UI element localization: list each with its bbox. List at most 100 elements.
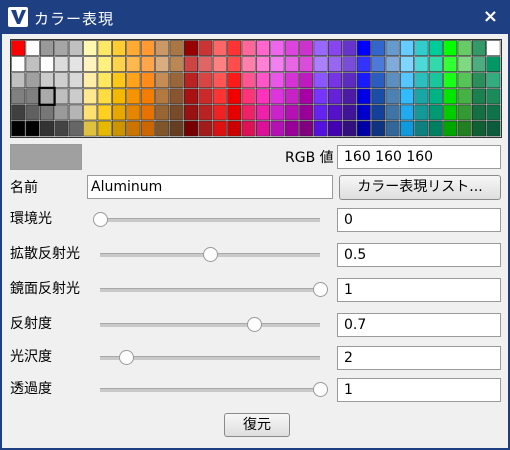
- palette-swatch[interactable]: [284, 56, 299, 73]
- palette-swatch[interactable]: [68, 120, 83, 137]
- shininess-slider-thumb[interactable]: [119, 350, 135, 365]
- palette-swatch[interactable]: [97, 104, 112, 121]
- palette-swatch[interactable]: [327, 104, 342, 121]
- palette-swatch[interactable]: [342, 88, 357, 105]
- palette-swatch[interactable]: [356, 40, 371, 56]
- palette-swatch[interactable]: [39, 120, 54, 137]
- palette-swatch[interactable]: [212, 120, 227, 137]
- palette-swatch[interactable]: [140, 120, 155, 137]
- palette-swatch[interactable]: [399, 40, 414, 56]
- palette-swatch[interactable]: [313, 40, 328, 56]
- palette-swatch[interactable]: [327, 120, 342, 137]
- palette-swatch[interactable]: [313, 104, 328, 121]
- palette-swatch[interactable]: [457, 120, 472, 137]
- palette-swatch[interactable]: [299, 120, 314, 137]
- palette-swatch[interactable]: [241, 88, 256, 105]
- palette-swatch[interactable]: [241, 40, 256, 56]
- palette-swatch[interactable]: [169, 40, 184, 56]
- palette-swatch[interactable]: [126, 72, 141, 89]
- palette-swatch[interactable]: [140, 72, 155, 89]
- palette-swatch[interactable]: [155, 72, 170, 89]
- palette-swatch[interactable]: [11, 120, 26, 137]
- palette-swatch[interactable]: [198, 40, 213, 56]
- palette-swatch[interactable]: [227, 104, 242, 121]
- palette-swatch[interactable]: [486, 120, 501, 137]
- palette-swatch[interactable]: [428, 120, 443, 137]
- palette-swatch[interactable]: [471, 56, 486, 73]
- palette-swatch[interactable]: [256, 104, 271, 121]
- restore-button[interactable]: 復元: [224, 413, 290, 437]
- palette-swatch[interactable]: [428, 72, 443, 89]
- palette-swatch[interactable]: [25, 40, 40, 56]
- palette-swatch[interactable]: [356, 56, 371, 73]
- rgb-value-field[interactable]: 160 160 160: [337, 145, 501, 169]
- specular-slider-track[interactable]: [100, 282, 328, 297]
- palette-swatch[interactable]: [227, 72, 242, 89]
- palette-swatch[interactable]: [54, 56, 69, 73]
- palette-swatch[interactable]: [68, 104, 83, 121]
- palette-swatch[interactable]: [241, 104, 256, 121]
- palette-swatch[interactable]: [212, 72, 227, 89]
- palette-swatch[interactable]: [428, 104, 443, 121]
- palette-swatch[interactable]: [457, 40, 472, 56]
- palette-swatch[interactable]: [155, 40, 170, 56]
- palette-swatch[interactable]: [39, 88, 54, 105]
- palette-swatch[interactable]: [112, 56, 127, 73]
- diffuse-field[interactable]: 0.5: [337, 243, 501, 267]
- palette-swatch[interactable]: [299, 104, 314, 121]
- palette-swatch[interactable]: [83, 88, 98, 105]
- palette-swatch[interactable]: [126, 56, 141, 73]
- shininess-field[interactable]: 2: [337, 346, 501, 370]
- palette-swatch[interactable]: [270, 120, 285, 137]
- palette-swatch[interactable]: [284, 120, 299, 137]
- palette-swatch[interactable]: [342, 40, 357, 56]
- palette-swatch[interactable]: [486, 72, 501, 89]
- palette-swatch[interactable]: [140, 104, 155, 121]
- palette-swatch[interactable]: [457, 88, 472, 105]
- palette-swatch[interactable]: [54, 104, 69, 121]
- specular-field[interactable]: 1: [337, 278, 501, 302]
- palette-swatch[interactable]: [414, 40, 429, 56]
- palette-swatch[interactable]: [184, 120, 199, 137]
- palette-swatch[interactable]: [414, 56, 429, 73]
- palette-swatch[interactable]: [112, 88, 127, 105]
- palette-swatch[interactable]: [299, 72, 314, 89]
- transparency-slider-track[interactable]: [100, 382, 328, 397]
- palette-swatch[interactable]: [457, 72, 472, 89]
- palette-swatch[interactable]: [270, 88, 285, 105]
- palette-swatch[interactable]: [486, 88, 501, 105]
- palette-swatch[interactable]: [327, 72, 342, 89]
- palette-swatch[interactable]: [97, 72, 112, 89]
- palette-swatch[interactable]: [83, 56, 98, 73]
- palette-swatch[interactable]: [443, 72, 458, 89]
- palette-swatch[interactable]: [140, 40, 155, 56]
- palette-swatch[interactable]: [241, 56, 256, 73]
- palette-swatch[interactable]: [68, 72, 83, 89]
- title-bar[interactable]: カラー表現 ×: [2, 2, 508, 34]
- palette-swatch[interactable]: [212, 88, 227, 105]
- transparency-field[interactable]: 1: [337, 378, 501, 402]
- palette-swatch[interactable]: [256, 120, 271, 137]
- palette-swatch[interactable]: [97, 120, 112, 137]
- palette-swatch[interactable]: [486, 56, 501, 73]
- palette-swatch[interactable]: [184, 40, 199, 56]
- palette-swatch[interactable]: [11, 56, 26, 73]
- reflectance-slider-track[interactable]: [100, 317, 320, 332]
- palette-swatch[interactable]: [241, 72, 256, 89]
- palette-swatch[interactable]: [428, 88, 443, 105]
- palette-swatch[interactable]: [414, 120, 429, 137]
- palette-swatch[interactable]: [198, 104, 213, 121]
- palette-swatch[interactable]: [155, 56, 170, 73]
- diffuse-slider-track[interactable]: [100, 247, 320, 262]
- palette-swatch[interactable]: [112, 104, 127, 121]
- palette-swatch[interactable]: [126, 40, 141, 56]
- palette-swatch[interactable]: [169, 104, 184, 121]
- palette-swatch[interactable]: [471, 40, 486, 56]
- palette-swatch[interactable]: [11, 72, 26, 89]
- palette-swatch[interactable]: [54, 72, 69, 89]
- palette-swatch[interactable]: [198, 120, 213, 137]
- palette-swatch[interactable]: [227, 120, 242, 137]
- palette-swatch[interactable]: [140, 88, 155, 105]
- palette-swatch[interactable]: [68, 40, 83, 56]
- palette-swatch[interactable]: [284, 40, 299, 56]
